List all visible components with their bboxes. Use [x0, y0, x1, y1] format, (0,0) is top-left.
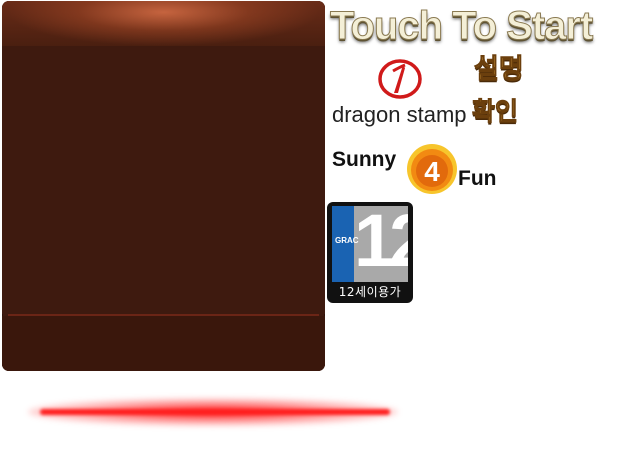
- age-rating-badge: GRAC 12 12세이용가: [327, 202, 413, 303]
- dragon-stamp-logo-icon: [378, 59, 422, 99]
- panel-footer: [2, 316, 325, 371]
- rating-emblem: GRAC 12: [332, 206, 408, 282]
- rating-age-number: 12: [354, 206, 408, 282]
- four-fun-badge-icon: 4: [407, 144, 457, 194]
- popup-panel: [2, 1, 325, 371]
- sunny-wordmark: Sunny: [332, 148, 397, 171]
- dragon-stamp-wordmark: dragon stamp: [332, 102, 467, 127]
- description-button[interactable]: 설명: [474, 50, 554, 90]
- fun-wordmark: Fun: [458, 167, 497, 190]
- panel-header: [2, 1, 325, 46]
- rating-age-label: 12세이용가: [338, 285, 402, 299]
- red-glow-core: [40, 409, 390, 415]
- touch-to-start-button[interactable]: Touch To Start: [330, 2, 626, 50]
- four-badge-number: 4: [424, 156, 440, 187]
- panel-content-area: [2, 46, 325, 314]
- confirm-button[interactable]: 확인: [472, 94, 542, 130]
